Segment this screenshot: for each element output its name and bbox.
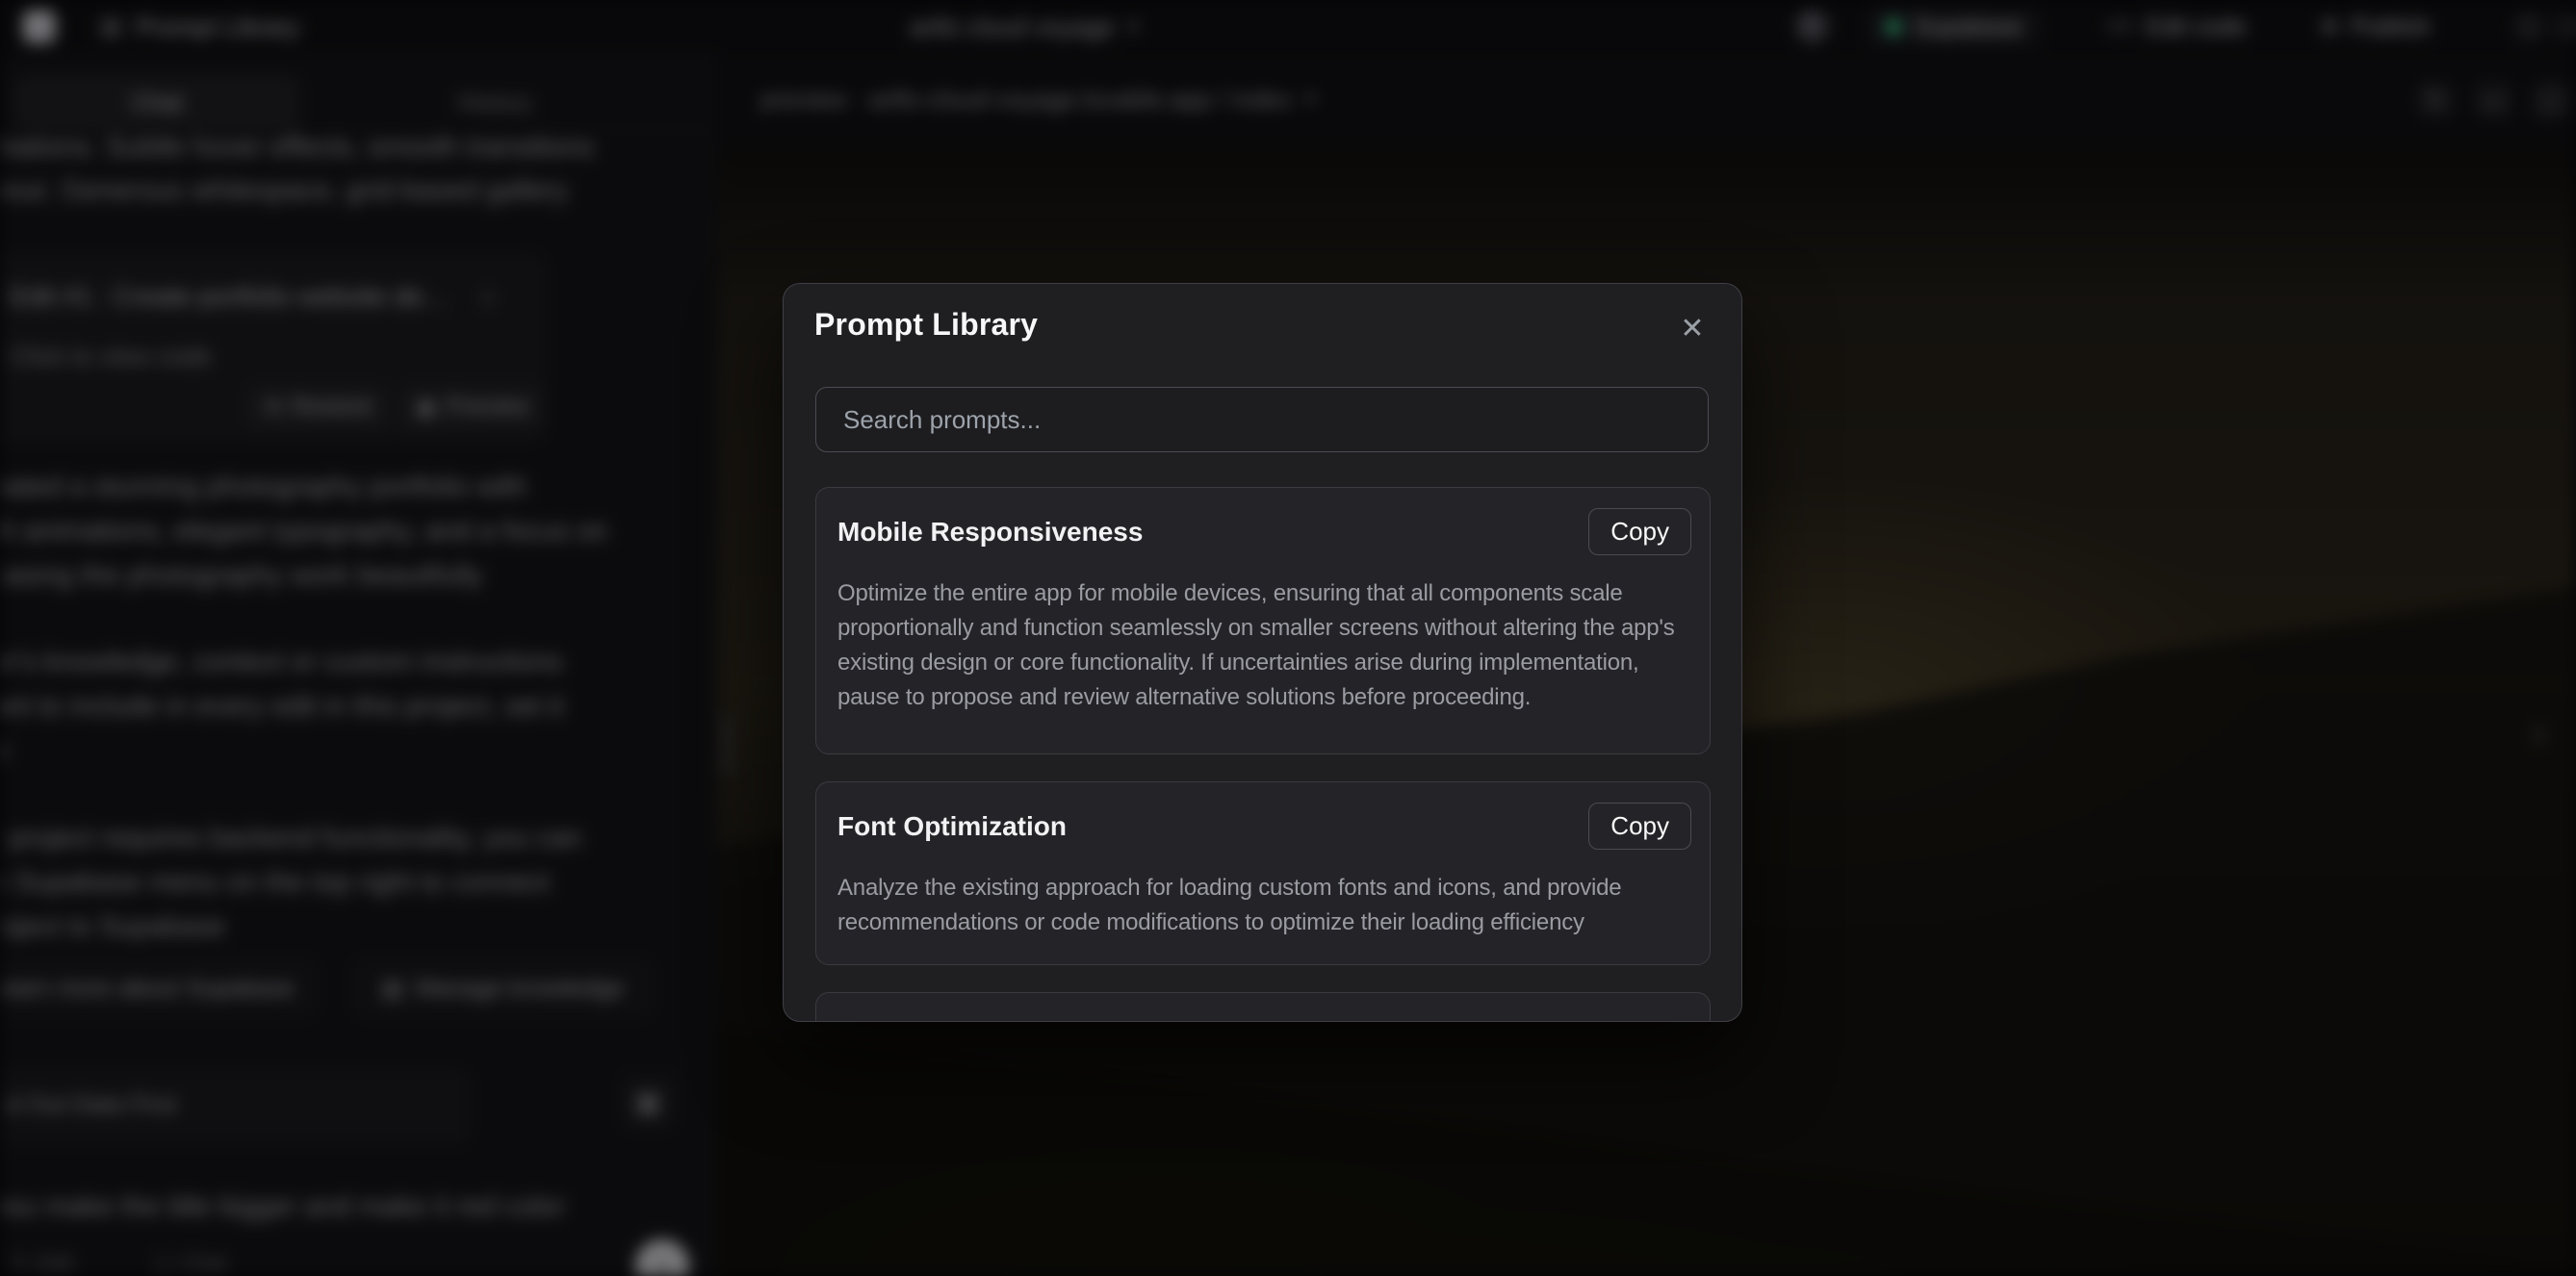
prompt-library-modal: Prompt Library ✕ Mobile Responsiveness C… xyxy=(783,283,1742,1022)
screen: ▤ Prompt Library artfo cloud voyage ▾ Su… xyxy=(0,0,2576,1276)
prompt-card-title: Font Optimization xyxy=(837,807,1688,846)
prompt-card-title: Mobile Responsiveness xyxy=(837,513,1688,551)
copy-button[interactable]: Copy xyxy=(1588,803,1691,850)
prompt-card-description: Analyze the existing approach for loadin… xyxy=(837,871,1696,940)
prompt-card-peek[interactable] xyxy=(815,992,1711,1022)
prompt-card-description: Optimize the entire app for mobile devic… xyxy=(837,576,1696,715)
search-input[interactable] xyxy=(815,387,1709,452)
close-button[interactable]: ✕ xyxy=(1671,307,1713,349)
prompt-card[interactable]: Font Optimization Copy Analyze the exist… xyxy=(815,781,1711,965)
prompt-card[interactable]: Mobile Responsiveness Copy Optimize the … xyxy=(815,487,1711,754)
copy-button[interactable]: Copy xyxy=(1588,508,1691,555)
close-icon: ✕ xyxy=(1680,312,1704,345)
modal-title: Prompt Library xyxy=(814,307,1038,343)
